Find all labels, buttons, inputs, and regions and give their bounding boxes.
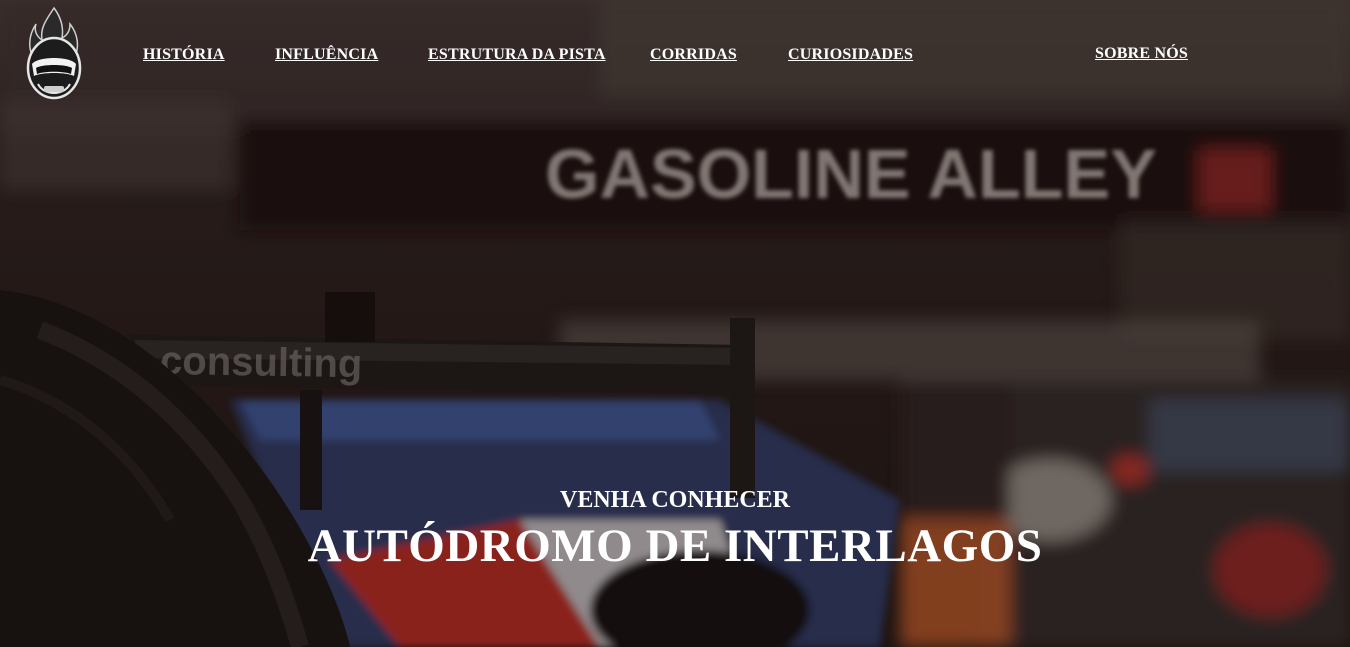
nav-link-influencia[interactable]: INFLUÊNCIA [275, 46, 378, 64]
nav-link-corridas[interactable]: CORRIDAS [650, 46, 737, 64]
nav-link-historia[interactable]: HISTÓRIA [143, 46, 225, 64]
nav-link-curiosidades[interactable]: CURIOSIDADES [788, 46, 913, 64]
nav-link-estrutura-da-pista[interactable]: ESTRUTURA DA PISTA [428, 46, 606, 64]
main-nav: HISTÓRIA INFLUÊNCIA ESTRUTURA DA PISTA C… [0, 45, 1350, 70]
nav-link-sobre-nos[interactable]: SOBRE NÓS [1095, 45, 1188, 63]
hero-title: AUTÓDROMO DE INTERLAGOS [307, 520, 1043, 572]
hero-subtitle: VENHA CONHECER [559, 487, 791, 513]
